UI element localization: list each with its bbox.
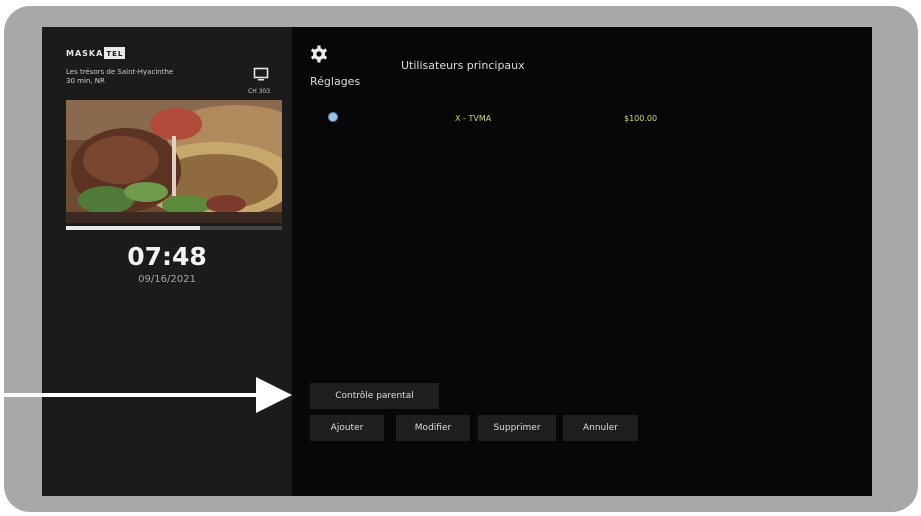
edit-button[interactable]: Modifier — [396, 415, 470, 441]
brand-logo: MASKA TEL — [66, 47, 126, 59]
clock-time: 07:48 — [127, 242, 207, 271]
tv-icon — [253, 67, 269, 81]
parental-control-button[interactable]: Contrôle parental — [310, 383, 439, 409]
program-thumbnail[interactable] — [66, 100, 282, 223]
playback-progress-fill — [66, 226, 200, 230]
user-name: X - TVMA — [455, 114, 492, 123]
program-meta: 30 min, NR — [66, 77, 105, 85]
delete-button[interactable]: Supprimer — [478, 415, 556, 441]
section-title: Réglages — [310, 75, 361, 88]
user-radio[interactable] — [329, 113, 337, 121]
brand-suffix: TEL — [104, 47, 126, 59]
user-amount: $100.00 — [624, 114, 658, 123]
panel-title: Utilisateurs principaux — [401, 59, 525, 72]
playback-progress — [66, 226, 282, 230]
cancel-button[interactable]: Annuler — [563, 415, 638, 441]
tv-screen: MASKA TEL Les trésors de Saint-Hyacinthe … — [42, 27, 872, 496]
gear-icon — [311, 45, 327, 63]
arrow-icon — [256, 377, 292, 413]
channel-number: CH 303 — [248, 88, 271, 95]
sidebar: MASKA TEL Les trésors de Saint-Hyacinthe … — [42, 27, 292, 496]
program-thumbnail-image — [66, 100, 282, 223]
annotation-arrow-line — [0, 393, 258, 397]
brand-name: MASKA — [66, 48, 104, 58]
add-button[interactable]: Ajouter — [310, 415, 384, 441]
clock-date: 09/16/2021 — [138, 274, 196, 285]
program-title: Les trésors de Saint-Hyacinthe — [66, 68, 174, 76]
